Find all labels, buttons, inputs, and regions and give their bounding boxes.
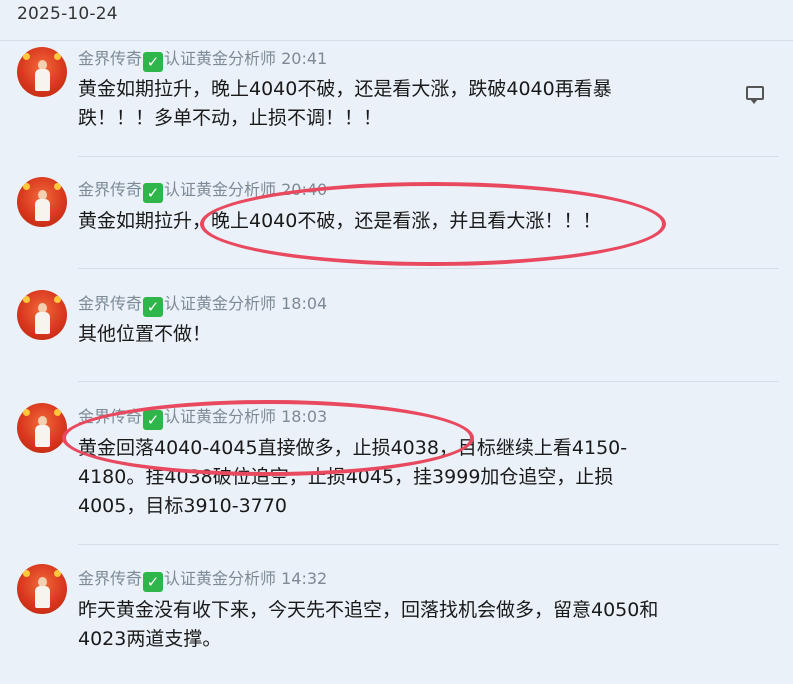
sender-line: 金界传奇 ✓ 认证黄金分析师 14:32 [78,565,327,592]
sender-line: 金界传奇 ✓ 认证黄金分析师 20:41 [78,45,327,72]
person-body [35,312,50,334]
avatar[interactable] [17,403,67,453]
check-mark-icon: ✓ [143,183,164,203]
sender-line: 金界传奇 ✓ 认证黄金分析师 18:03 [78,403,327,430]
message-time: 18:03 [281,407,328,426]
sender-name[interactable]: 金界传奇 [78,49,142,68]
person-body [35,199,50,221]
verified-badge-label: 认证黄金分析师 [164,407,277,426]
verified-badge-label: 认证黄金分析师 [164,294,277,313]
lantern-decoration [23,409,30,416]
lantern-decoration [23,570,30,577]
divider [78,381,779,382]
person-body [35,425,50,447]
verified-badge-label: 认证黄金分析师 [164,49,277,68]
divider [78,156,779,157]
message-line: 4005，目标3910-3770 [78,495,287,517]
message-time: 14:32 [281,569,328,588]
sender-name[interactable]: 金界传奇 [78,569,142,588]
avatar[interactable] [17,177,67,227]
sender-line: 金界传奇 ✓ 认证黄金分析师 20:40 [78,176,327,203]
lantern-decoration [23,183,30,190]
check-mark-icon: ✓ [143,52,164,72]
lantern-decoration [54,409,61,416]
lantern-decoration [54,53,61,60]
message-line: 其他位置不做！ [78,323,212,345]
divider [0,40,793,41]
message-text: 黄金回落4040-4045直接做多，止损4038，目标继续上看4150- 418… [78,434,668,521]
person-body [35,69,50,91]
divider [78,268,779,269]
message-line: 黄金回落4040-4045直接做多，止损4038，目标继续上看4150- [78,437,628,459]
verified-badge-label: 认证黄金分析师 [164,180,277,199]
message-time: 18:04 [281,294,328,313]
lantern-decoration [23,53,30,60]
message-line: 4180。挂4038破位追空，止损4045，挂3999加仓追空，止损 [78,466,614,488]
message-time: 20:40 [281,180,328,199]
verified-badge-label: 认证黄金分析师 [164,569,277,588]
message-text: 其他位置不做！ [78,320,668,349]
check-mark-icon: ✓ [143,572,164,592]
message-line: 黄金如期拉升，晚上4040不破，还是看大涨，跌破4040再看暴 [78,78,612,100]
message-time: 20:41 [281,49,328,68]
lantern-decoration [23,296,30,303]
sender-name[interactable]: 金界传奇 [78,180,142,199]
message-line: 昨天黄金没有收下来，今天先不追空，回落找机会做多，留意4050和 [78,599,659,621]
check-mark-icon: ✓ [143,410,164,430]
message-text: 黄金如期拉升，晚上4040不破，还是看涨，并且看大涨！！！ [78,207,668,236]
lantern-decoration [54,183,61,190]
check-mark-icon: ✓ [143,297,164,317]
sender-name[interactable]: 金界传奇 [78,407,142,426]
date-header: 2025-10-24 [17,4,118,24]
message-line: 跌！！！多单不动，止损不调！！！ [78,107,383,129]
person-body [35,586,50,608]
lantern-decoration [54,570,61,577]
sender-line: 金界传奇 ✓ 认证黄金分析师 18:04 [78,290,327,317]
sender-name[interactable]: 金界传奇 [78,294,142,313]
comment-icon[interactable] [746,86,764,104]
lantern-decoration [54,296,61,303]
avatar[interactable] [17,47,67,97]
message-line: 黄金如期拉升，晚上4040不破，还是看涨，并且看大涨！！！ [78,210,602,232]
message-line: 4023两道支撑。 [78,628,222,650]
message-text: 黄金如期拉升，晚上4040不破，还是看大涨，跌破4040再看暴 跌！！！多单不动… [78,75,668,133]
avatar[interactable] [17,564,67,614]
avatar[interactable] [17,290,67,340]
divider [78,544,779,545]
message-text: 昨天黄金没有收下来，今天先不追空，回落找机会做多，留意4050和 4023两道支… [78,596,668,654]
